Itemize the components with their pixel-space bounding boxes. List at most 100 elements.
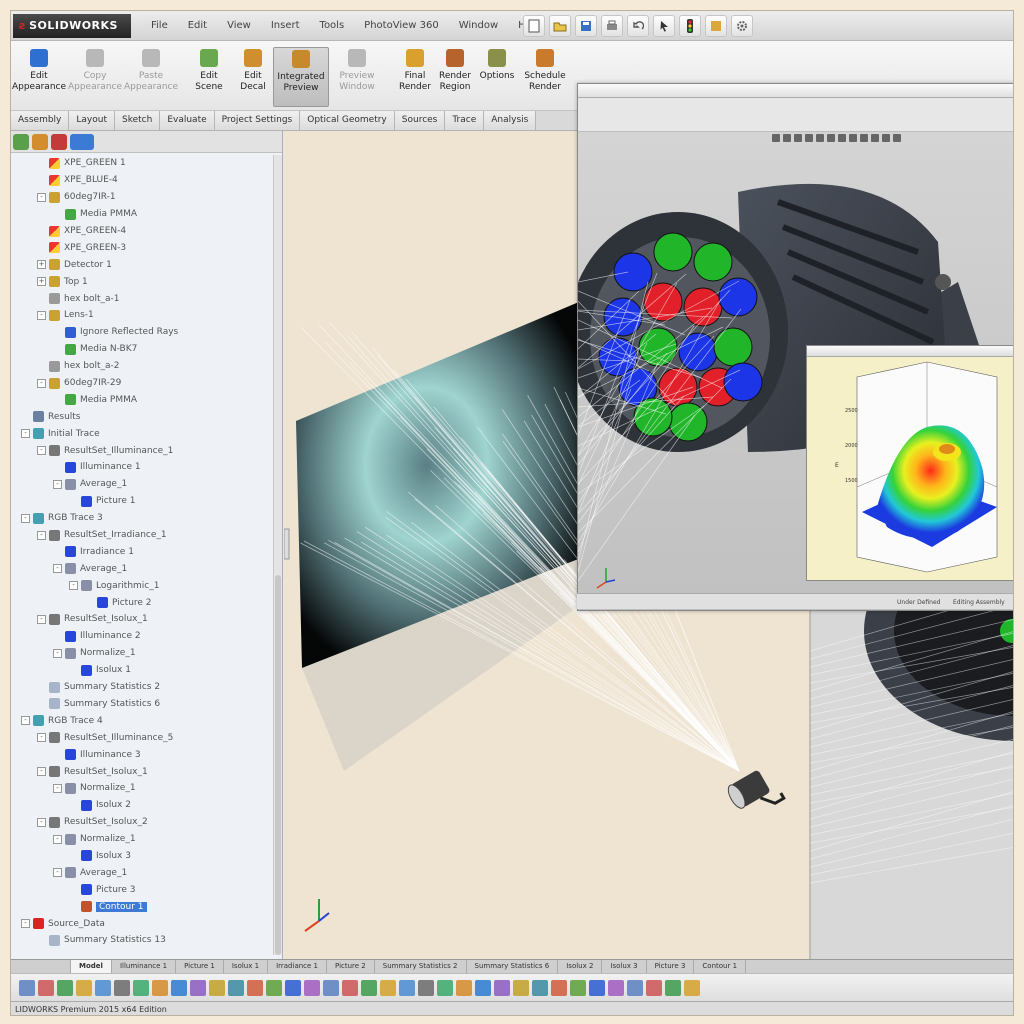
tree-node[interactable]: - Average_1 bbox=[11, 864, 273, 881]
menu-photoview[interactable]: PhotoView 360 bbox=[354, 11, 449, 41]
zoom-area-icon[interactable] bbox=[783, 134, 791, 142]
edit-appearance-button[interactable]: Edit Appearance bbox=[11, 47, 67, 107]
toolbar-tool-icon[interactable] bbox=[323, 980, 339, 996]
collapse-icon[interactable]: - bbox=[37, 192, 46, 202]
toolbar-tool-icon[interactable] bbox=[437, 980, 453, 996]
tree-node[interactable]: Media PMMA bbox=[11, 206, 273, 223]
tree-node[interactable]: + Detector 1 bbox=[11, 256, 273, 273]
tree-node[interactable]: hex bolt_a-1 bbox=[11, 290, 273, 307]
collapse-icon[interactable]: - bbox=[53, 834, 62, 844]
toolbar-tool-icon[interactable] bbox=[19, 980, 35, 996]
document-tab[interactable]: Picture 3 bbox=[647, 960, 695, 973]
save-icon[interactable] bbox=[575, 15, 597, 37]
tree-node[interactable]: Picture 3 bbox=[11, 881, 273, 898]
tree-node[interactable]: XPE_GREEN-3 bbox=[11, 239, 273, 256]
surface-plot-window[interactable]: 2500 2000 1500 E bbox=[806, 345, 1013, 581]
expand-icon[interactable]: + bbox=[37, 277, 46, 287]
toolbar-tool-icon[interactable] bbox=[285, 980, 301, 996]
tab-sketch[interactable]: Sketch bbox=[115, 111, 161, 130]
edit-appearance-icon[interactable] bbox=[849, 134, 857, 142]
tree-node[interactable]: XPE_BLUE-4 bbox=[11, 172, 273, 189]
property-manager-icon[interactable] bbox=[32, 134, 48, 150]
collapse-icon[interactable]: - bbox=[53, 564, 62, 574]
view-orientation-icon[interactable] bbox=[816, 134, 824, 142]
toolbar-tool-icon[interactable] bbox=[418, 980, 434, 996]
menu-insert[interactable]: Insert bbox=[261, 11, 310, 41]
toolbar-tool-icon[interactable] bbox=[665, 980, 681, 996]
toolbar-tool-icon[interactable] bbox=[684, 980, 700, 996]
collapse-icon[interactable]: - bbox=[21, 429, 30, 439]
tree-node[interactable]: XPE_GREEN 1 bbox=[11, 155, 273, 172]
tab-analysis[interactable]: Analysis bbox=[484, 111, 537, 130]
tree-node[interactable]: Illuminance 3 bbox=[11, 746, 273, 763]
tree-node[interactable]: Summary Statistics 13 bbox=[11, 932, 273, 949]
toolbar-tool-icon[interactable] bbox=[513, 980, 529, 996]
new-document-icon[interactable] bbox=[523, 15, 545, 37]
toolbar-tool-icon[interactable] bbox=[76, 980, 92, 996]
toolbar-tool-icon[interactable] bbox=[133, 980, 149, 996]
tree-node[interactable]: - Lens-1 bbox=[11, 307, 273, 324]
tree-scrollbar-thumb[interactable] bbox=[275, 575, 281, 955]
collapse-icon[interactable]: - bbox=[21, 513, 30, 523]
tree-node[interactable]: Isolux 2 bbox=[11, 797, 273, 814]
collapse-icon[interactable]: - bbox=[37, 378, 46, 388]
rotate-view-icon[interactable] bbox=[882, 134, 890, 142]
tree-node[interactable]: - 60deg7IR-1 bbox=[11, 189, 273, 206]
toolbar-tool-icon[interactable] bbox=[589, 980, 605, 996]
collapse-icon[interactable]: - bbox=[53, 868, 62, 878]
options-gear-icon[interactable] bbox=[731, 15, 753, 37]
preview-window-button[interactable]: Preview Window bbox=[329, 47, 385, 107]
document-tab[interactable]: Contour 1 bbox=[694, 960, 747, 973]
collapse-icon[interactable]: - bbox=[53, 648, 62, 658]
toolbar-tool-icon[interactable] bbox=[228, 980, 244, 996]
tree-node[interactable]: - 60deg7IR-29 bbox=[11, 375, 273, 392]
tree-scrollbar[interactable] bbox=[273, 155, 282, 955]
open-folder-icon[interactable] bbox=[549, 15, 571, 37]
collapse-icon[interactable]: - bbox=[37, 767, 46, 776]
collapse-icon[interactable]: - bbox=[37, 733, 46, 743]
collapse-icon[interactable]: - bbox=[21, 716, 30, 726]
tab-scroll-arrows[interactable] bbox=[11, 960, 71, 973]
view-settings-icon[interactable] bbox=[871, 134, 879, 142]
toolbar-tool-icon[interactable] bbox=[190, 980, 206, 996]
tree-node[interactable]: Results bbox=[11, 408, 273, 425]
collapse-icon[interactable]: - bbox=[37, 614, 46, 624]
collapse-icon[interactable]: - bbox=[69, 581, 78, 591]
configuration-manager-icon[interactable] bbox=[51, 134, 67, 150]
toolbar-tool-icon[interactable] bbox=[494, 980, 510, 996]
tree-node[interactable]: Isolux 1 bbox=[11, 662, 273, 679]
pan-view-icon[interactable] bbox=[893, 134, 901, 142]
tree-node[interactable]: - ResultSet_Isolux_2 bbox=[11, 814, 273, 831]
toolbar-tool-icon[interactable] bbox=[152, 980, 168, 996]
tree-node[interactable]: Picture 2 bbox=[11, 594, 273, 611]
file-properties-icon[interactable] bbox=[705, 15, 727, 37]
tree-node[interactable]: - Initial Trace bbox=[11, 425, 273, 442]
toolbar-tool-icon[interactable] bbox=[38, 980, 54, 996]
collapse-icon[interactable]: - bbox=[37, 446, 46, 456]
view-splitter-handle[interactable] bbox=[284, 528, 290, 560]
tree-node[interactable]: - Source_Data bbox=[11, 915, 273, 932]
tree-node[interactable]: - ResultSet_Illuminance_1 bbox=[11, 442, 273, 459]
tree-node[interactable]: Ignore Reflected Rays bbox=[11, 324, 273, 341]
toolbar-tool-icon[interactable] bbox=[475, 980, 491, 996]
document-tab[interactable]: Model bbox=[71, 960, 112, 973]
section-view-icon[interactable] bbox=[805, 134, 813, 142]
optics-manager-icon[interactable] bbox=[70, 134, 94, 150]
tree-node[interactable]: Isolux 3 bbox=[11, 848, 273, 865]
toolbar-tool-icon[interactable] bbox=[247, 980, 263, 996]
print-icon[interactable] bbox=[601, 15, 623, 37]
toolbar-tool-icon[interactable] bbox=[456, 980, 472, 996]
collapse-icon[interactable]: - bbox=[37, 817, 46, 827]
apply-scene-icon[interactable] bbox=[860, 134, 868, 142]
tree-node[interactable]: - RGB Trace 3 bbox=[11, 510, 273, 527]
tab-assembly[interactable]: Assembly bbox=[11, 111, 70, 130]
tab-project-settings[interactable]: Project Settings bbox=[214, 111, 301, 130]
toolbar-tool-icon[interactable] bbox=[646, 980, 662, 996]
toolbar-tool-icon[interactable] bbox=[342, 980, 358, 996]
tree-node[interactable]: - RGB Trace 4 bbox=[11, 712, 273, 729]
toolbar-tool-icon[interactable] bbox=[608, 980, 624, 996]
toolbar-tool-icon[interactable] bbox=[209, 980, 225, 996]
tree-node[interactable]: + Top 1 bbox=[11, 273, 273, 290]
toolbar-tool-icon[interactable] bbox=[57, 980, 73, 996]
collapse-icon[interactable]: - bbox=[37, 530, 46, 540]
